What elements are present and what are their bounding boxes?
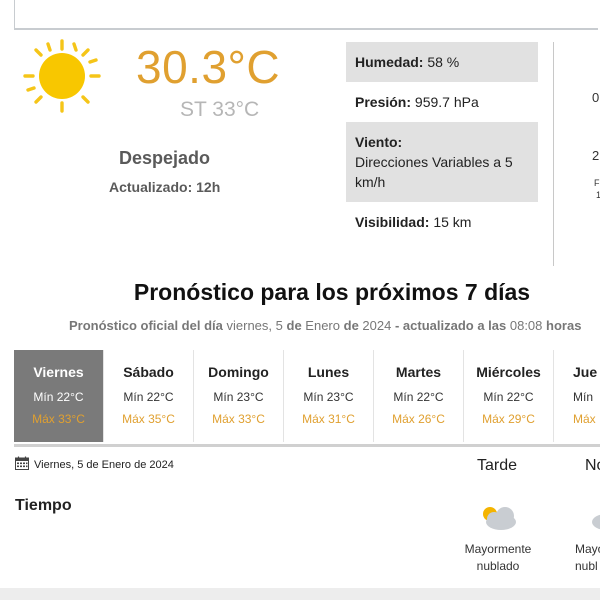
visibility-value: 15 km (433, 214, 472, 230)
forecast-date-part: viernes, 5 (226, 318, 283, 333)
pressure-label: Presión: (355, 94, 412, 110)
forecast-date-part: 2024 (362, 318, 392, 333)
tiempo-label: Tiempo (15, 497, 72, 514)
day-name: Viernes (33, 364, 84, 380)
forecast-subtitle: Pronóstico oficial del día viernes, 5 de… (69, 318, 581, 333)
calendar-icon (15, 456, 29, 470)
current-condition: Despejado (119, 148, 211, 168)
partly-cloudy-icon (592, 514, 600, 530)
tabs-underline (14, 444, 600, 447)
pressure-value: 959.7 hPa (414, 94, 479, 110)
forecast-date-part: de (343, 318, 359, 333)
period-noche: No (585, 457, 600, 474)
wind-label: Viento: (355, 134, 403, 150)
forecast-updated-time: 08:08 (509, 318, 543, 333)
day-min: Mín 22°C (393, 390, 444, 404)
header-bar (14, 0, 598, 30)
forecast-date-part: de (286, 318, 302, 333)
day-max: Máx 33°C (32, 412, 85, 426)
sun-icon (23, 39, 101, 113)
day-min: Mín 23°C (213, 390, 264, 404)
tarde-desc-line: nublado (476, 559, 520, 573)
day-tab-miercoles[interactable]: Miércoles Mín 22°C Máx 29°C (464, 350, 554, 442)
forecast-hours-label: horas (546, 318, 582, 333)
pressure-row: Presión: 959.7 hPa (346, 82, 538, 122)
side-fragment: 1 (596, 190, 600, 200)
visibility-row: Visibilidad: 15 km (346, 202, 538, 242)
column-divider (553, 42, 554, 266)
day-tabs: Viernes Mín 22°C Máx 33°C Sábado Mín 22°… (14, 350, 598, 442)
wind-row: Viento: Direcciones Variables a 5 km/h (346, 122, 538, 202)
day-max: Máx 35°C (122, 412, 175, 426)
day-tab-martes[interactable]: Martes Mín 22°C Máx 26°C (374, 350, 464, 442)
side-fragment: F (594, 178, 600, 188)
current-temperature: 30.3°C (136, 41, 281, 93)
forecast-title: Pronóstico para los próximos 7 días (133, 279, 531, 305)
day-max: Máx 33°C (212, 412, 265, 426)
noche-desc-line: Mayo (575, 542, 600, 556)
tarde-desc-line: Mayormente (464, 542, 532, 556)
partly-cloudy-icon (483, 507, 516, 530)
forecast-date-part: Enero (305, 318, 340, 333)
humidity-row: Humedad: 58 % (346, 42, 538, 82)
weather-details: Humedad: 58 % Presión: 959.7 hPa Viento:… (346, 42, 538, 242)
forecast-official-label: Pronóstico oficial del día (69, 318, 223, 333)
tarde-description: Mayormente nublado (460, 541, 536, 575)
day-min: Mín (573, 390, 594, 404)
noche-desc-line: nubl (575, 559, 598, 573)
day-tab-viernes[interactable]: Viernes Mín 22°C Máx 33°C (14, 350, 104, 442)
period-tarde: Tarde (477, 457, 518, 474)
wind-value: Direcciones Variables a 5 km/h (355, 154, 513, 190)
visibility-label: Visibilidad: (355, 214, 430, 230)
day-name: Sábado (123, 364, 174, 380)
noche-description: Mayo nubl (575, 541, 600, 575)
day-tab-lunes[interactable]: Lunes Mín 23°C Máx 31°C (284, 350, 374, 442)
day-tab-sabado[interactable]: Sábado Mín 22°C Máx 35°C (104, 350, 194, 442)
day-name: Lunes (307, 364, 350, 380)
day-max: Máx 31°C (302, 412, 355, 426)
day-min: Mín 22°C (483, 390, 534, 404)
humidity-label: Humedad: (355, 54, 424, 70)
day-min: Mín 23°C (303, 390, 354, 404)
day-min: Mín 22°C (123, 390, 174, 404)
side-fragment: 2 (592, 148, 600, 163)
day-name: Jue (573, 364, 598, 380)
day-max: Máx 29°C (482, 412, 535, 426)
day-tab-domingo[interactable]: Domingo Mín 23°C Máx 33°C (194, 350, 284, 442)
detail-date: Viernes, 5 de Enero de 2024 (34, 459, 174, 471)
day-name: Domingo (208, 364, 269, 380)
updated-time: Actualizado: 12h (109, 179, 221, 195)
feels-like-temperature: ST 33°C (180, 98, 260, 121)
day-max: Máx (573, 412, 596, 426)
day-tab-jueves[interactable]: Jue Mín Máx (554, 350, 598, 442)
humidity-value: 58 % (427, 54, 460, 70)
day-name: Martes (395, 364, 442, 380)
day-min: Mín 22°C (33, 390, 84, 404)
day-name: Miércoles (476, 364, 541, 380)
day-max: Máx 26°C (392, 412, 445, 426)
bottom-bar (0, 588, 600, 600)
forecast-updated-label: - actualizado a las (394, 318, 507, 333)
side-fragment: 0 (592, 90, 600, 105)
